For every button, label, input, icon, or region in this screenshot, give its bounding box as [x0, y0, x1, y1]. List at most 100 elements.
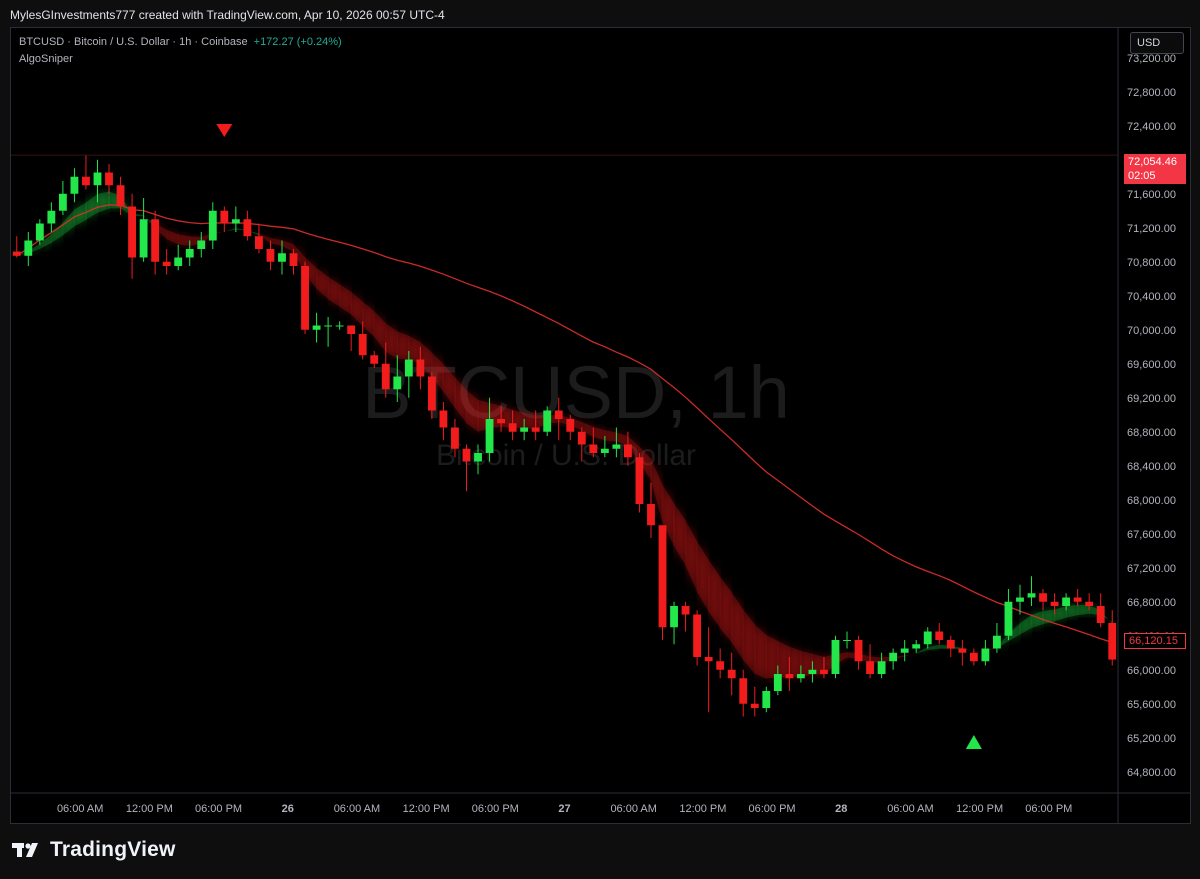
candle-body	[796, 674, 805, 679]
trend-band	[328, 276, 340, 307]
candle-bullish	[981, 640, 990, 666]
candle-body	[462, 448, 471, 462]
candle-body	[451, 427, 459, 449]
price-tick-label: 67,600.00	[1127, 529, 1176, 541]
candle-body	[220, 210, 229, 224]
candle-body	[773, 674, 782, 691]
candle-body	[278, 253, 286, 262]
candle-bearish	[266, 240, 275, 271]
candle-bearish	[220, 206, 229, 232]
time-tick-label: 06:00 AM	[610, 803, 656, 815]
price-change: +172.27 (+0.24%)	[253, 36, 342, 48]
price-tick-label: 71,200.00	[1127, 223, 1176, 235]
candle-bullish	[312, 312, 321, 343]
time-tick-label: 06:00 PM	[1025, 803, 1072, 815]
candle-body	[231, 219, 240, 224]
candle-body	[289, 253, 298, 266]
trend-band	[674, 503, 686, 566]
candle-body	[785, 674, 794, 679]
candle-bearish	[1096, 593, 1105, 628]
candle-body	[139, 219, 148, 258]
candle-bullish	[900, 640, 909, 662]
candle-body	[1073, 597, 1082, 602]
candle-body	[969, 652, 978, 662]
candle-body	[681, 606, 690, 615]
time-tick-label: 26	[282, 803, 294, 815]
candle-body	[600, 448, 609, 453]
candle-body	[1004, 601, 1013, 636]
time-tick-label: 06:00 AM	[334, 803, 380, 815]
price-tick-label: 70,400.00	[1127, 291, 1176, 303]
candle-body	[577, 431, 586, 445]
tradingview-logo: TradingView	[12, 838, 176, 862]
candle-bearish	[716, 648, 725, 679]
trend-band	[85, 193, 98, 221]
trend-band	[743, 609, 755, 674]
trend-band	[166, 229, 179, 245]
candle-bullish	[912, 640, 921, 653]
candle-bearish	[151, 210, 160, 275]
candle-bearish	[105, 164, 113, 194]
time-tick-label: 06:00 PM	[472, 803, 519, 815]
candle-body	[47, 210, 56, 224]
trend-band	[316, 267, 329, 300]
trend-band	[62, 209, 75, 236]
candle-bullish	[670, 601, 678, 645]
candle-body	[474, 453, 482, 462]
price-chart[interactable]: BTCUSD, 1hBitcoin / U.S. Dollar 73,200.0…	[11, 28, 1190, 823]
candle-body	[70, 176, 79, 194]
price-tick-label: 67,200.00	[1127, 563, 1176, 575]
price-tick-label: 70,000.00	[1127, 325, 1176, 337]
price-tick-label: 68,400.00	[1127, 461, 1176, 473]
candle-body	[35, 223, 44, 241]
trend-band	[904, 653, 917, 657]
candle-body	[877, 661, 886, 674]
candle-bearish	[958, 640, 967, 666]
chart-panel[interactable]: BTCUSD, 1h Bitcoin / U.S. Dollar 73,200.0…	[10, 27, 1191, 824]
price-tick-label: 68,000.00	[1127, 495, 1176, 507]
candle-body	[1039, 593, 1047, 602]
time-tick-label: 12:00 PM	[679, 803, 726, 815]
trend-band	[374, 311, 386, 352]
candle-body	[1085, 601, 1094, 606]
time-tick-label: 12:00 PM	[403, 803, 450, 815]
candle-bullish	[843, 631, 851, 649]
candle-body	[312, 325, 321, 330]
candle-body	[58, 193, 67, 211]
candle-body	[12, 251, 21, 256]
candle-body	[739, 678, 748, 704]
chart-credit: MylesGInvestments777 created with Tradin…	[10, 8, 445, 22]
candle-bearish	[162, 249, 171, 275]
sell-signal-arrow	[216, 124, 233, 137]
candle-bullish	[35, 219, 44, 245]
time-tick-label: 06:00 AM	[57, 803, 103, 815]
symbol-info[interactable]: BTCUSD · Bitcoin / U.S. Dollar · 1h · Co…	[19, 36, 342, 48]
candle-body	[589, 444, 598, 453]
symbol-description: BTCUSD · Bitcoin / U.S. Dollar · 1h · Co…	[19, 36, 248, 48]
current-price-tag: 72,054.46 02:05	[1124, 154, 1186, 184]
candle-bearish	[1039, 589, 1047, 611]
candle-body	[381, 363, 390, 390]
candle-body	[162, 261, 171, 266]
candle-body	[370, 355, 379, 364]
candle-bullish	[993, 623, 1001, 653]
candle-body	[116, 185, 125, 207]
price-tick-label: 65,600.00	[1127, 699, 1176, 711]
price-tick-label: 72,400.00	[1127, 121, 1176, 133]
trend-band	[224, 227, 236, 232]
candle-bearish	[866, 644, 874, 679]
bar-countdown: 02:05	[1128, 170, 1156, 182]
candle-body	[820, 669, 828, 674]
candle-bullish	[762, 686, 771, 713]
candle-bearish	[647, 482, 655, 538]
time-tick-label: 12:00 PM	[956, 803, 1003, 815]
trend-band	[281, 240, 294, 252]
time-tick-label: 06:00 PM	[195, 803, 242, 815]
currency-button[interactable]: USD	[1130, 32, 1184, 54]
candle-body	[208, 210, 217, 241]
price-tick-label: 73,200.00	[1127, 53, 1176, 65]
candle-body	[1050, 601, 1059, 606]
candle-body	[704, 657, 713, 662]
indicator-label[interactable]: AlgoSniper	[19, 53, 73, 65]
trend-band	[720, 576, 732, 643]
